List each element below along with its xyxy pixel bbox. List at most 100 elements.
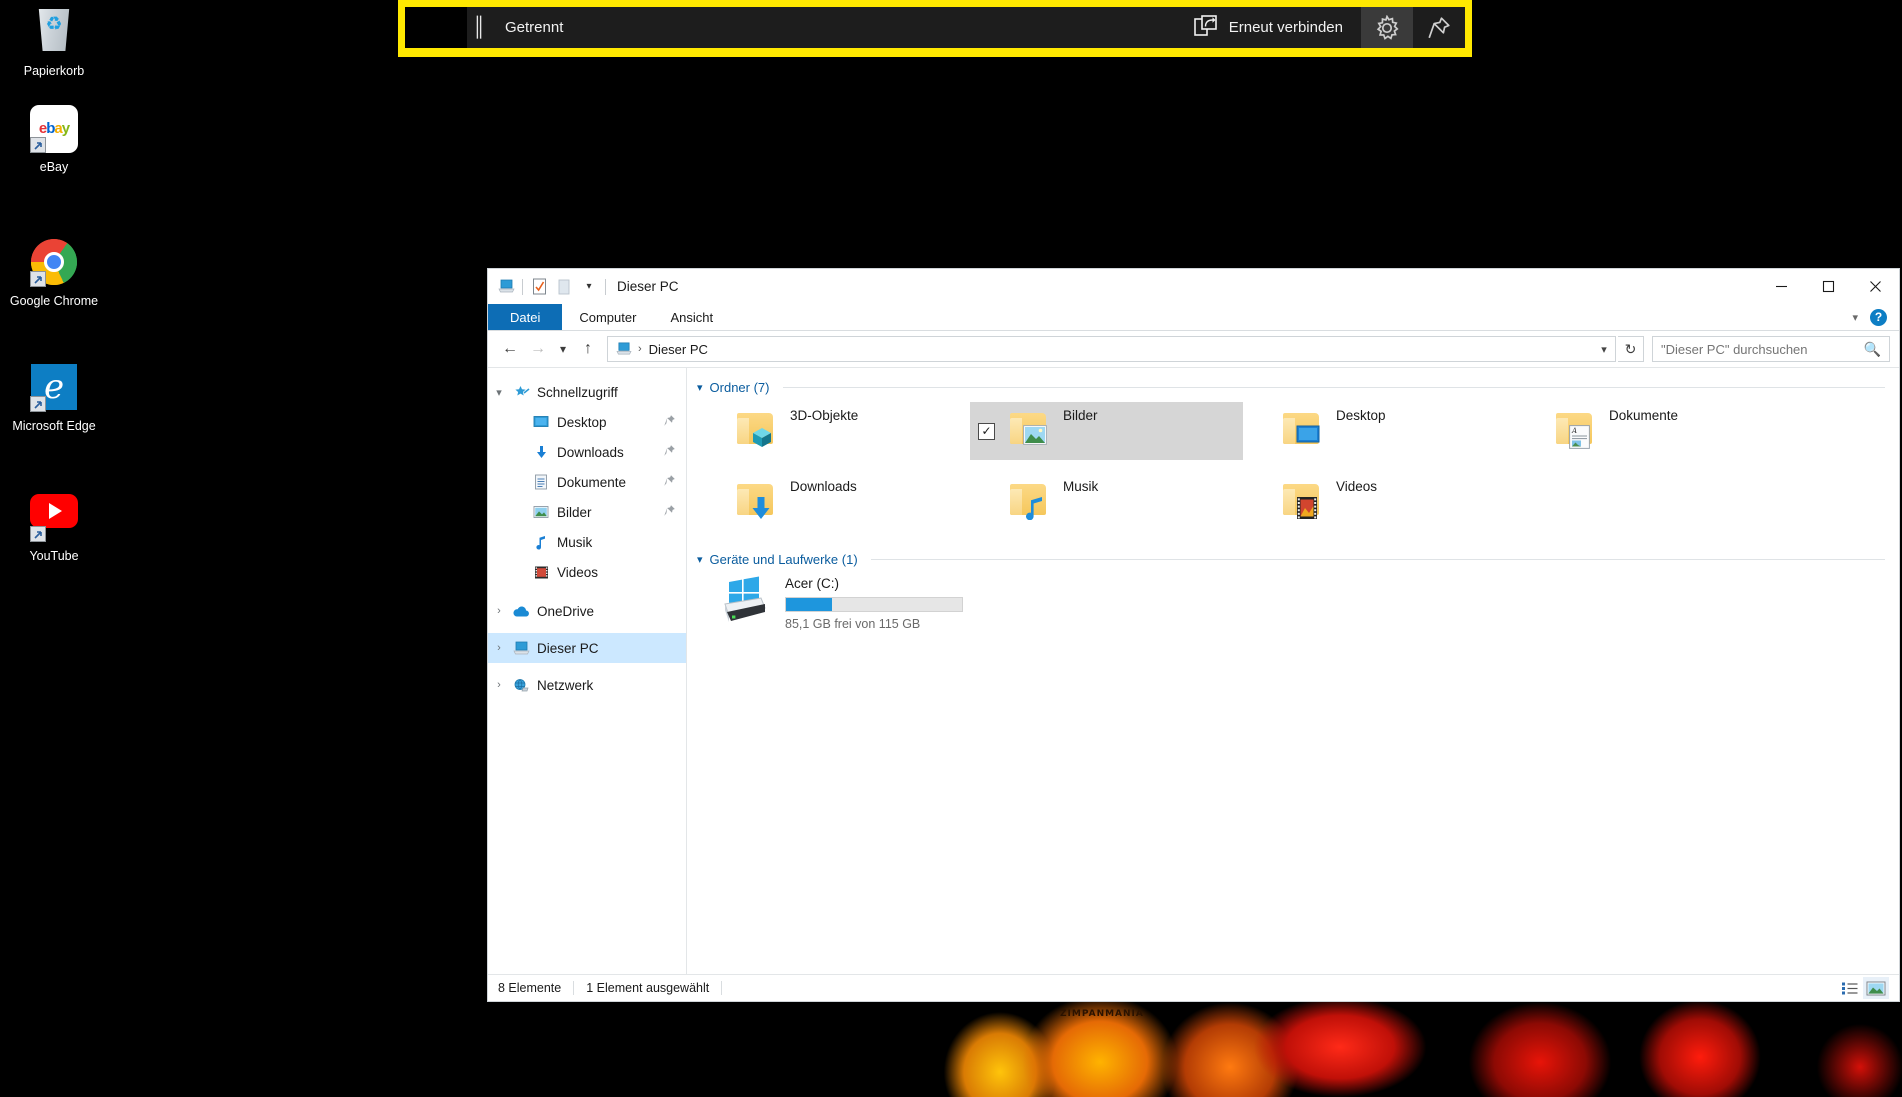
file-explorer-window[interactable]: ▾ Dieser PC Datei Computer Ansicht ▾ ? ←…	[487, 268, 1900, 1002]
folder-tile-3d-objekte[interactable]: ✓ 3D-Objekte	[697, 402, 970, 460]
nav-item-netzwerk[interactable]: › Netzwerk	[488, 670, 686, 700]
tile-checkbox[interactable]: ✓	[978, 422, 995, 440]
breadcrumb-separator: ›	[638, 343, 642, 355]
minimize-button[interactable]	[1758, 269, 1805, 304]
nav-item-dokumente[interactable]: Dokumente	[488, 467, 686, 497]
address-bar[interactable]: › Dieser PC ▾	[607, 336, 1616, 362]
pictures-icon	[530, 505, 552, 519]
details-view-icon[interactable]	[1837, 977, 1863, 999]
desktop-icon-microsoft-edge[interactable]: e Microsoft Edge	[0, 363, 108, 433]
pin-icon[interactable]	[663, 444, 676, 460]
forward-button[interactable]: →	[525, 336, 551, 362]
recycle-bin-icon	[30, 9, 78, 57]
recent-locations-button[interactable]: ▾	[553, 336, 573, 362]
nav-item-dieser-pc[interactable]: › Dieser PC	[488, 633, 686, 663]
nav-item-label: Netzwerk	[537, 677, 594, 693]
nav-item-bilder[interactable]: Bilder	[488, 497, 686, 527]
desktop-icon-label: YouTube	[29, 549, 79, 563]
shortcut-arrow-icon	[30, 526, 46, 542]
large-icons-view-icon[interactable]	[1863, 977, 1889, 999]
quick-access-toolbar[interactable]: ▾	[497, 278, 606, 296]
tab-datei[interactable]: Datei	[488, 304, 563, 330]
group-divider	[870, 559, 1885, 560]
folder-tile-dokumente[interactable]: ✓ A	[1516, 402, 1789, 460]
chevron-down-icon[interactable]: ▾	[1593, 343, 1615, 356]
folder-tile-bilder[interactable]: ✓ Bilder	[970, 402, 1243, 460]
reconnect-label: Erneut verbinden	[1228, 19, 1343, 36]
this-pc-icon[interactable]	[497, 278, 515, 296]
connection-pin-button[interactable]	[1413, 7, 1465, 48]
folder-tile-label: Bilder	[1063, 408, 1098, 423]
desktop-icon-youtube[interactable]: YouTube	[0, 487, 108, 563]
content-pane[interactable]: ▾ Ordner (7) ✓	[687, 368, 1899, 974]
folder-3d-objects-icon	[729, 407, 779, 455]
search-icon[interactable]: 🔍	[1864, 341, 1881, 358]
refresh-button[interactable]: ↻	[1618, 336, 1644, 362]
folder-tile-videos[interactable]: ✓	[1243, 473, 1516, 531]
group-header-ordner[interactable]: ▾ Ordner (7)	[697, 380, 1899, 395]
remote-connection-bar[interactable]: ║ Getrennt Erneut verbinden	[398, 0, 1472, 57]
close-button[interactable]	[1852, 269, 1899, 304]
group-header-geraete-und-laufwerke[interactable]: ▾ Geräte und Laufwerke (1)	[697, 552, 1899, 567]
navigation-pane[interactable]: ▾ Schnellzugriff Desktop Downloads Dokum…	[488, 368, 687, 974]
back-button[interactable]: ←	[497, 336, 523, 362]
nav-item-musik[interactable]: Musik	[488, 527, 686, 557]
chevron-right-icon[interactable]: ›	[488, 605, 510, 617]
desktop-icon-papierkorb[interactable]: Papierkorb	[0, 6, 108, 78]
chevron-down-icon[interactable]: ▾	[580, 278, 598, 296]
nav-item-desktop[interactable]: Desktop	[488, 407, 686, 437]
pin-icon[interactable]	[663, 504, 676, 520]
folder-tile-desktop[interactable]: ✓ Desktop	[1243, 402, 1516, 460]
ribbon-tabbar[interactable]: Datei Computer Ansicht ▾ ?	[488, 304, 1899, 331]
tab-ansicht[interactable]: Ansicht	[653, 304, 730, 330]
address-toolbar[interactable]: ← → ▾ ↑ › Dieser PC ▾ ↻ 🔍	[488, 331, 1899, 367]
downloads-icon	[530, 445, 552, 460]
onedrive-icon	[510, 605, 532, 618]
properties-icon[interactable]	[530, 278, 548, 296]
desktop-icon-ebay[interactable]: ebay eBay	[0, 105, 108, 174]
nav-item-downloads[interactable]: Downloads	[488, 437, 686, 467]
search-box[interactable]: 🔍	[1652, 336, 1890, 362]
nav-item-onedrive[interactable]: › OneDrive	[488, 596, 686, 626]
chevron-right-icon[interactable]: ›	[488, 642, 510, 654]
drag-grip-icon[interactable]: ║	[467, 7, 493, 48]
connection-status-label: Getrennt	[505, 19, 564, 36]
connection-bar-left-pad	[405, 7, 467, 48]
status-divider	[721, 981, 723, 995]
folder-music-icon	[1002, 478, 1052, 526]
chevron-down-icon[interactable]: ▾	[488, 386, 510, 399]
desktop-icon-google-chrome[interactable]: Google Chrome	[0, 238, 108, 308]
desktop-wallpaper: ZIMPANMANIA	[0, 987, 1902, 1097]
pin-icon[interactable]	[663, 414, 676, 430]
folder-tile-label: Desktop	[1336, 408, 1386, 423]
chevron-down-icon[interactable]: ▾	[697, 553, 703, 566]
maximize-button[interactable]	[1805, 269, 1852, 304]
tab-computer[interactable]: Computer	[562, 304, 653, 330]
music-icon	[530, 535, 552, 550]
search-input[interactable]	[1661, 341, 1864, 357]
help-button[interactable]: ?	[1870, 308, 1887, 326]
windows-drive-icon	[715, 574, 771, 626]
explorer-body: ▾ Schnellzugriff Desktop Downloads Dokum…	[488, 367, 1899, 974]
chevron-down-icon[interactable]: ▾	[1852, 311, 1858, 324]
up-button[interactable]: ↑	[575, 336, 601, 362]
nav-item-label: OneDrive	[537, 603, 595, 619]
reconnect-button[interactable]: Erneut verbinden	[1193, 7, 1361, 48]
new-folder-icon[interactable]	[555, 278, 573, 296]
folder-tile-downloads[interactable]: ✓ Downloads	[697, 473, 970, 531]
folder-tile-grid[interactable]: ✓ 3D-Objekte	[697, 402, 1899, 544]
chevron-right-icon[interactable]: ›	[488, 679, 510, 691]
breadcrumb-this-pc[interactable]: Dieser PC	[649, 342, 708, 357]
connection-settings-button[interactable]	[1361, 7, 1413, 48]
chevron-down-icon[interactable]: ▾	[697, 381, 703, 394]
folder-tile-label: Videos	[1336, 479, 1378, 494]
nav-item-label: Bilder	[557, 504, 592, 520]
pin-icon[interactable]	[663, 474, 676, 490]
nav-item-videos[interactable]: Videos	[488, 557, 686, 587]
window-titlebar[interactable]: ▾ Dieser PC	[488, 269, 1899, 304]
folder-tile-musik[interactable]: ✓ Musik	[970, 473, 1243, 531]
nav-item-schnellzugriff[interactable]: ▾ Schnellzugriff	[488, 377, 686, 407]
svg-text:A: A	[1571, 427, 1577, 435]
drive-tile-acer-c[interactable]: Acer (C:) 85,1 GB frei von 115 GB	[697, 574, 1899, 631]
documents-icon	[530, 474, 552, 490]
